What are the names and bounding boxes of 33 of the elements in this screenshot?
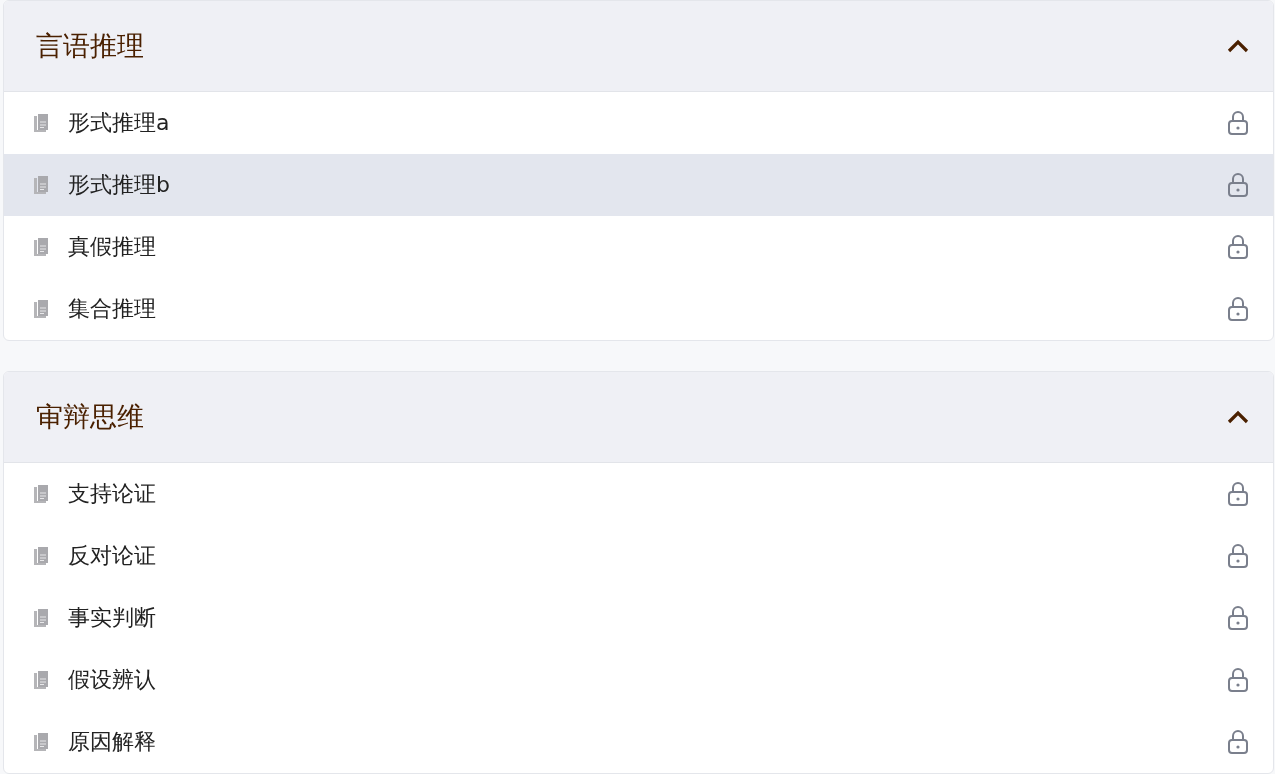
document-icon (32, 175, 50, 195)
lesson-title: 形式推理b (68, 171, 171, 199)
document-icon (32, 608, 50, 628)
lesson-title: 原因解释 (68, 728, 157, 756)
document-icon (32, 546, 50, 566)
document-icon (32, 237, 50, 257)
section-header[interactable]: 言语推理 (4, 1, 1273, 92)
lesson-title: 集合推理 (68, 295, 157, 323)
lesson-item[interactable]: 反对论证 (4, 525, 1273, 587)
lesson-item[interactable]: 原因解释 (4, 711, 1273, 773)
lesson-title: 事实判断 (68, 604, 157, 632)
document-icon (32, 732, 50, 752)
section-header[interactable]: 审辩思维 (4, 372, 1273, 463)
lesson-title: 假设辨认 (68, 666, 157, 694)
document-icon (32, 670, 50, 690)
section-title: 审辩思维 (36, 400, 144, 434)
lesson-item[interactable]: 事实判断 (4, 587, 1273, 649)
lesson-item[interactable]: 集合推理 (4, 278, 1273, 340)
lesson-title: 形式推理a (68, 109, 171, 137)
document-icon (32, 484, 50, 504)
lesson-item[interactable]: 假设辨认 (4, 649, 1273, 711)
chevron-up-icon (1227, 410, 1249, 424)
lesson-item[interactable]: 支持论证 (4, 463, 1273, 525)
document-icon (32, 299, 50, 319)
lesson-item[interactable]: 形式推理a (4, 92, 1273, 154)
lesson-title: 支持论证 (68, 480, 157, 508)
lesson-title: 真假推理 (68, 233, 157, 261)
section-title: 言语推理 (36, 29, 144, 63)
document-icon (32, 113, 50, 133)
lesson-item[interactable]: 真假推理 (4, 216, 1273, 278)
chevron-up-icon (1227, 39, 1249, 53)
lesson-title: 反对论证 (68, 542, 157, 570)
lesson-item[interactable]: 形式推理b (4, 154, 1273, 216)
